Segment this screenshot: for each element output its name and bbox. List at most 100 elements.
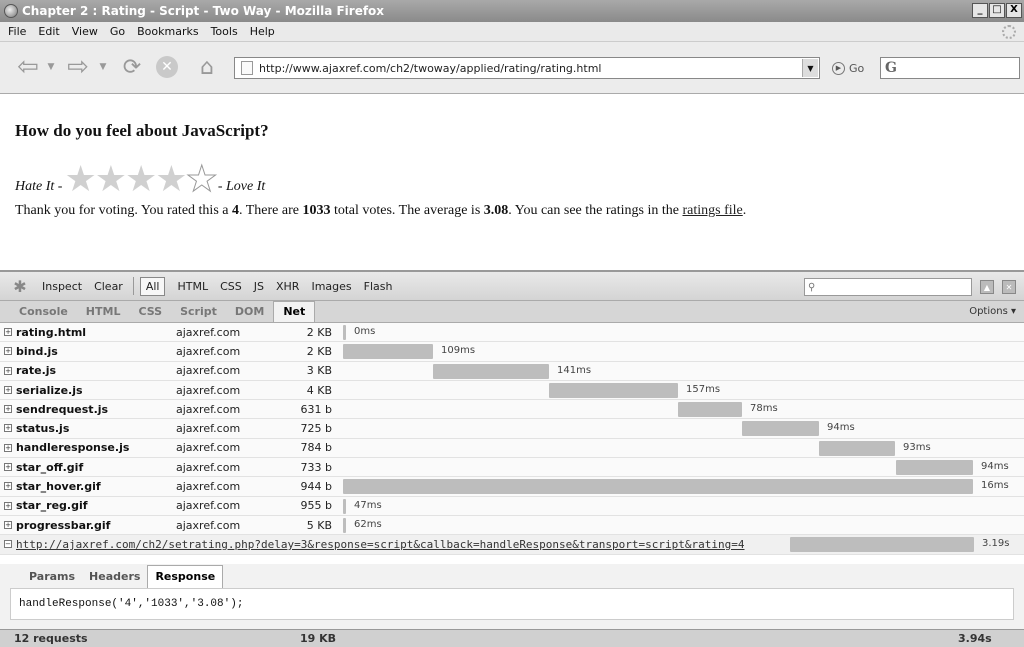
expand-icon[interactable]: + <box>4 366 12 375</box>
tab-css[interactable]: CSS <box>129 305 171 322</box>
search-icon: ⚲ <box>808 281 816 293</box>
firebug-icon[interactable]: ✱ <box>10 277 30 296</box>
net-row[interactable]: + star_off.gif ajaxref.com 733 b 94ms <box>0 458 1024 478</box>
expand-icon[interactable]: + <box>4 347 12 356</box>
net-row[interactable]: + bind.js ajaxref.com 2 KB 109ms <box>0 342 1024 362</box>
menu-edit[interactable]: Edit <box>38 25 59 38</box>
menu-help[interactable]: Help <box>250 25 275 38</box>
net-row[interactable]: + progressbar.gif ajaxref.com 5 KB 62ms <box>0 515 1024 536</box>
close-button[interactable]: X <box>1006 3 1022 18</box>
filter-css[interactable]: CSS <box>220 280 242 293</box>
search-box[interactable]: G <box>880 57 1020 79</box>
expand-icon[interactable]: + <box>4 405 12 414</box>
msg-part: . You can see the ratings in the <box>508 203 683 218</box>
star-icon-4[interactable]: ★ <box>155 161 187 197</box>
star-icon-1[interactable]: ★ <box>64 161 96 197</box>
back-history-dropdown[interactable]: ▼ <box>46 54 56 80</box>
net-request-list: + rating.html ajaxref.com 2 KB 0ms + bind.js aj… <box>0 323 1024 555</box>
minimize-button[interactable]: _ <box>972 3 988 18</box>
tab-response[interactable]: Response <box>147 565 224 588</box>
net-row[interactable]: + rate.js ajaxref.com 3 KB 141ms <box>0 361 1024 381</box>
tab-dom[interactable]: DOM <box>226 305 273 322</box>
back-arrow-icon: ⇦ <box>17 52 39 82</box>
tab-script[interactable]: Script <box>171 305 226 322</box>
go-button[interactable]: ▶ Go <box>832 59 864 77</box>
net-file-name: serialize.js <box>16 383 83 397</box>
net-domain: ajaxref.com <box>176 325 241 339</box>
home-button[interactable]: ⌂ <box>192 54 222 80</box>
url-history-dropdown[interactable]: ▼ <box>802 59 818 77</box>
expand-icon[interactable]: + <box>4 385 12 394</box>
forward-button[interactable]: ⇨ <box>60 52 96 82</box>
forward-history-dropdown[interactable]: ▼ <box>98 54 108 80</box>
menu-file[interactable]: File <box>8 25 26 38</box>
filter-images[interactable]: Images <box>311 280 351 293</box>
expand-icon[interactable]: + <box>4 501 12 510</box>
star-icon-5[interactable]: ★ <box>185 161 218 198</box>
expand-icon[interactable]: + <box>4 328 12 336</box>
menu-view[interactable]: View <box>72 25 98 38</box>
inspect-button[interactable]: Inspect <box>42 280 82 293</box>
toolbar-separator <box>132 277 134 295</box>
url-input[interactable] <box>259 61 802 75</box>
response-panel: Params Headers Response handleResponse('… <box>0 564 1024 629</box>
tab-net[interactable]: Net <box>273 301 316 322</box>
expand-icon[interactable]: + <box>4 482 12 491</box>
net-row[interactable]: + rating.html ajaxref.com 2 KB 0ms <box>0 323 1024 343</box>
page-icon <box>241 61 253 75</box>
collapse-icon[interactable]: − <box>4 540 12 549</box>
menu-go[interactable]: Go <box>110 25 125 38</box>
request-url-link[interactable]: http://ajaxref.com/ch2/setrating.php?del… <box>16 538 744 551</box>
maximize-button[interactable]: □ <box>989 3 1005 18</box>
star-icon-2[interactable]: ★ <box>95 161 127 197</box>
firebug-panel-tabs: Console HTML CSS Script DOM Net Options … <box>0 301 1024 323</box>
filter-xhr[interactable]: XHR <box>276 280 299 293</box>
clear-button[interactable]: Clear <box>94 280 123 293</box>
hate-label: Hate It - <box>15 179 63 194</box>
menu-tools[interactable]: Tools <box>211 25 238 38</box>
net-domain: ajaxref.com <box>176 364 241 378</box>
navigation-toolbar: ⇦ ▼ ⇨ ▼ ⟳ ✕ ⌂ ▼ ▶ Go G <box>0 42 1024 94</box>
chevron-down-icon: ▼ <box>99 62 107 72</box>
net-timing-bar <box>343 498 346 514</box>
back-button[interactable]: ⇦ <box>10 52 46 82</box>
options-menu[interactable]: Options ▾ <box>969 306 1016 317</box>
star-icon-3[interactable]: ★ <box>125 161 157 197</box>
expand-icon[interactable]: + <box>4 424 12 433</box>
tab-html[interactable]: HTML <box>77 305 130 322</box>
menu-bookmarks[interactable]: Bookmarks <box>137 25 198 38</box>
filter-js[interactable]: JS <box>254 280 264 293</box>
google-search-icon[interactable]: G <box>885 60 897 76</box>
filter-all[interactable]: All <box>139 276 166 296</box>
tab-headers[interactable]: Headers <box>82 570 147 588</box>
window-controls: _ □ X <box>972 3 1022 18</box>
net-row[interactable]: + serialize.js ajaxref.com 4 KB 157ms <box>0 380 1024 401</box>
net-row-script-request[interactable]: − http://ajaxref.com/ch2/setrating.php?de… <box>0 535 1024 555</box>
expand-icon[interactable]: + <box>4 443 12 452</box>
net-domain: ajaxref.com <box>176 422 241 436</box>
expand-icon[interactable]: + <box>4 463 12 472</box>
firebug-close-button[interactable]: ✕ <box>1002 280 1016 294</box>
net-row[interactable]: + star_reg.gif ajaxref.com 955 b 47ms <box>0 496 1024 516</box>
ratings-file-link[interactable]: ratings file <box>682 203 742 218</box>
expand-icon[interactable]: + <box>4 520 12 529</box>
tab-params[interactable]: Params <box>22 570 82 588</box>
net-row[interactable]: + sendrequest.js ajaxref.com 631 b 78ms <box>0 400 1024 420</box>
net-row[interactable]: + status.js ajaxref.com 725 b 94ms <box>0 419 1024 439</box>
filter-flash[interactable]: Flash <box>364 280 393 293</box>
net-timing-label: 94ms <box>827 422 855 434</box>
window-title: Chapter 2 : Rating - Script - Two Way - … <box>22 4 385 18</box>
reload-button[interactable]: ⟳ <box>118 54 146 80</box>
net-row[interactable]: + star_hover.gif ajaxref.com 944 b 16ms <box>0 477 1024 497</box>
tab-console[interactable]: Console <box>10 305 77 322</box>
net-size: 3 KB <box>306 364 332 378</box>
net-size: 2 KB <box>306 325 332 339</box>
chevron-up-icon: ▲ <box>983 282 991 292</box>
net-timeline: 62ms <box>343 516 1024 534</box>
filter-html[interactable]: HTML <box>177 280 208 293</box>
stop-button[interactable]: ✕ <box>154 54 180 80</box>
msg-part: . <box>742 203 747 218</box>
net-row[interactable]: + handleresponse.js ajaxref.com 784 b 93ms <box>0 438 1024 459</box>
firebug-search-input[interactable]: ⚲ <box>804 278 972 296</box>
firebug-detach-button[interactable]: ▲ <box>980 280 994 294</box>
